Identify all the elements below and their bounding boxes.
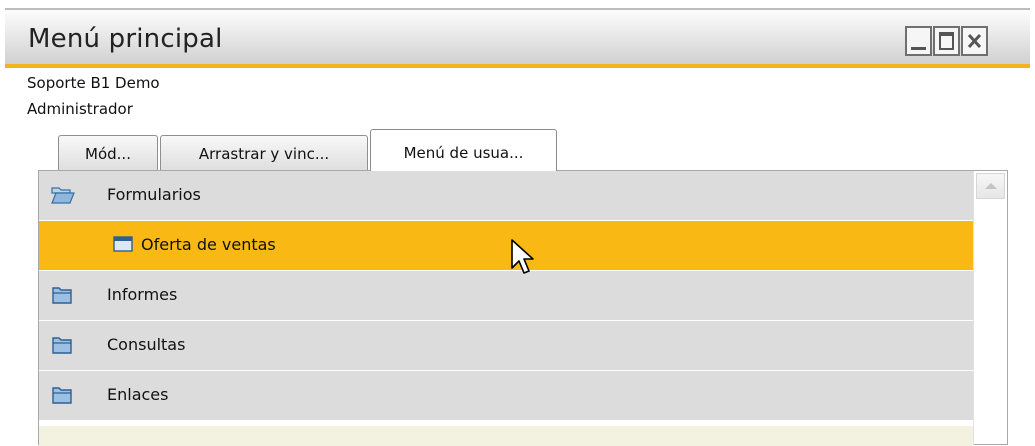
tab-user-menu[interactable]: Menú de usua... <box>370 129 557 171</box>
form-window-icon <box>113 236 133 252</box>
menu-tree: Formularios Oferta de ventas Informes Co… <box>39 171 974 421</box>
scroll-up-button[interactable] <box>976 173 1005 199</box>
menu-item-label: Informes <box>107 285 178 304</box>
main-menu-window: Menú principal Soporte B1 Demo Administr… <box>5 8 1030 446</box>
mouse-pointer-icon <box>511 239 534 274</box>
tab-modules[interactable]: Mód... <box>58 135 158 171</box>
menu-item-label: Consultas <box>107 335 186 354</box>
chevron-up-icon <box>985 183 997 189</box>
folder-icon <box>52 387 72 404</box>
user-menu-panel: Formularios Oferta de ventas Informes Co… <box>38 170 1008 446</box>
menu-item-label: Oferta de ventas <box>141 235 276 254</box>
menu-item-formularios[interactable]: Formularios <box>39 171 974 221</box>
minimize-button[interactable] <box>905 26 932 56</box>
menu-item-informes[interactable]: Informes <box>39 271 974 321</box>
vertical-scrollbar[interactable] <box>973 171 1007 444</box>
close-icon <box>967 33 982 49</box>
folder-icon <box>52 337 72 354</box>
title-bar[interactable]: Menú principal <box>5 10 1030 66</box>
menu-empty-area <box>39 426 974 446</box>
title-accent-bar <box>5 64 1030 68</box>
menu-item-label: Enlaces <box>107 385 169 404</box>
close-button[interactable] <box>961 26 988 56</box>
folder-icon <box>52 287 72 304</box>
menu-item-consultas[interactable]: Consultas <box>39 321 974 371</box>
user-name: Administrador <box>27 100 133 118</box>
window-title: Menú principal <box>28 24 223 54</box>
tab-drag-and-relate[interactable]: Arrastrar y vinc... <box>160 135 368 171</box>
menu-item-enlaces[interactable]: Enlaces <box>39 371 974 421</box>
menu-item-oferta-de-ventas[interactable]: Oferta de ventas <box>39 221 974 271</box>
folder-open-icon <box>51 187 75 204</box>
company-name: Soporte B1 Demo <box>27 74 160 92</box>
maximize-button[interactable] <box>933 26 960 56</box>
menu-item-label: Formularios <box>107 185 201 204</box>
